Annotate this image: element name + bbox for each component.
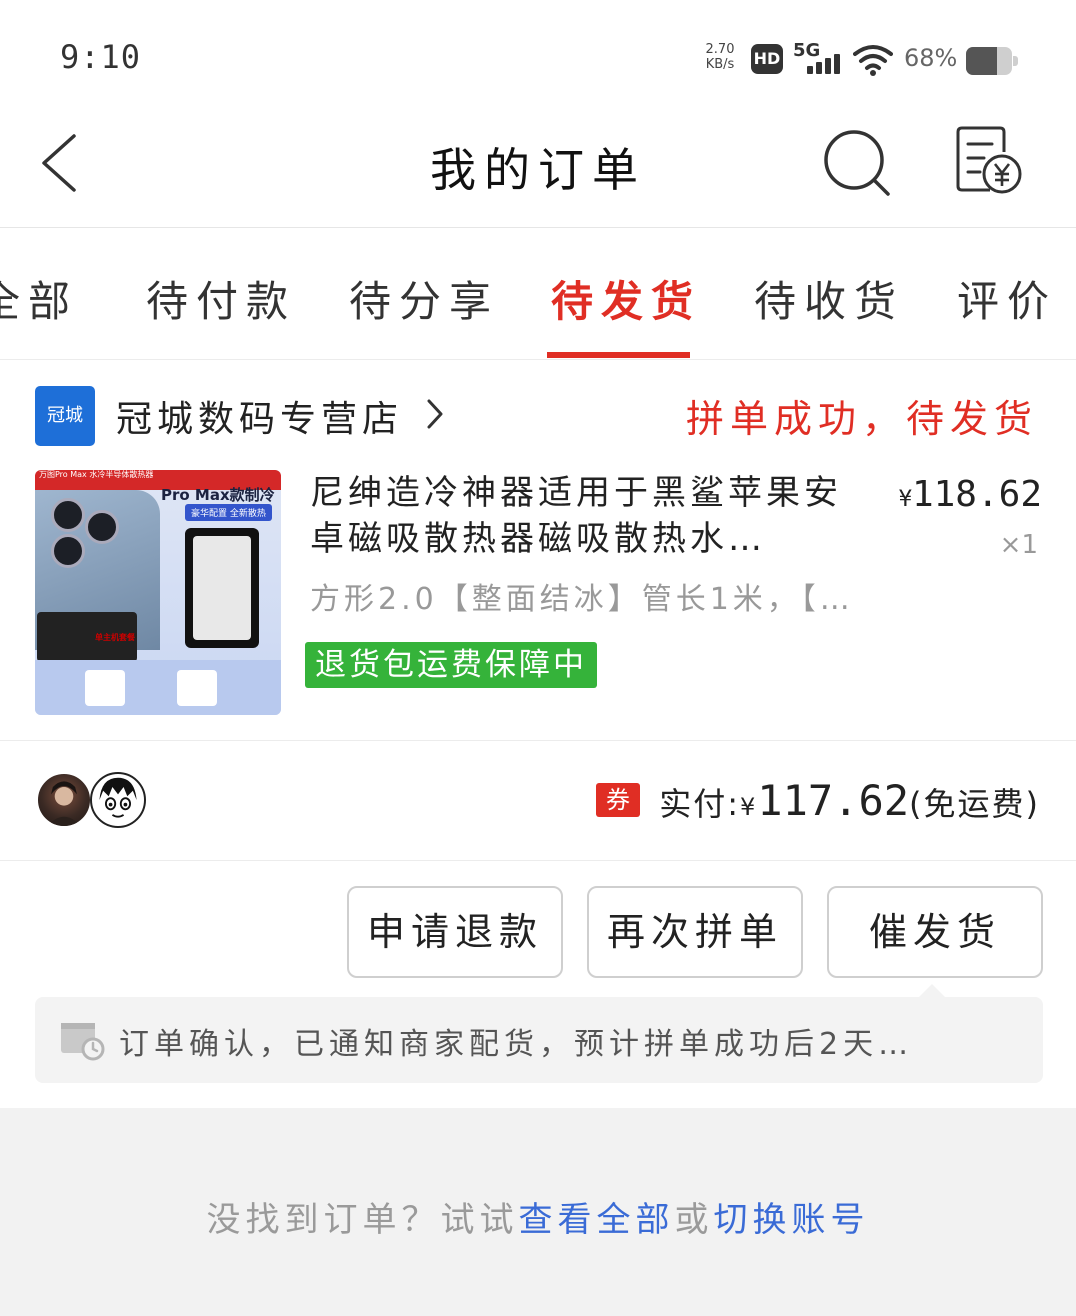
paid-total: 实付:¥117.62(免运费)	[659, 776, 1040, 825]
paid-note: (免运费)	[909, 785, 1040, 823]
tab-review[interactable]: 评价	[957, 268, 1057, 329]
product-title[interactable]: 尼绅造冷神器适用于黑鲨苹果安卓磁吸散热器磁吸散热水…	[310, 470, 870, 562]
return-shipping-guarantee-badge[interactable]: 退货包运费保障中	[305, 642, 597, 688]
product-image[interactable]: 万图Pro Max 水冷半导体散热器 Pro Max款制冷 豪华配置 全新散热 …	[35, 470, 281, 715]
store-name[interactable]: 冠城数码专营店	[116, 390, 403, 442]
empty-state-footer: 没找到订单？试试查看全部或切换账号	[0, 1108, 1076, 1316]
paid-currency: ¥	[740, 793, 758, 821]
network-speed: 2.70 KB/s	[703, 42, 737, 72]
product-image-headline: Pro Max款制冷	[161, 486, 275, 504]
product-quantity: ×1	[999, 530, 1038, 560]
store-logo[interactable]: 冠城	[35, 386, 95, 446]
product-spec: 方形2.0【整面结冰】管长1米，【…	[310, 582, 854, 617]
urge-shipment-button[interactable]: 催发货	[827, 886, 1043, 978]
footer-hint: 没找到订单？试试查看全部或切换账号	[0, 1192, 1076, 1241]
product-price-value: 118.62	[911, 474, 1042, 515]
order-tabs: 全部 待付款 待分享 待发货 待收货 评价	[0, 228, 1076, 360]
order-status: 拼单成功，待发货	[685, 397, 1038, 441]
hd-icon: HD	[751, 44, 783, 74]
paid-label: 实付:	[659, 785, 741, 823]
avatar[interactable]	[90, 772, 146, 828]
product-price: ¥118.62	[899, 474, 1042, 515]
active-tab-indicator	[547, 352, 690, 358]
wifi-icon	[853, 45, 893, 76]
divider	[0, 740, 1076, 741]
notice-text: 订单确认，已通知商家配货，预计拼单成功后2天…	[119, 1027, 914, 1062]
switch-account-link[interactable]: 切换账号	[714, 1200, 870, 1240]
battery-percent: 68%	[904, 44, 958, 72]
avatar[interactable]	[36, 772, 92, 828]
product-price-symbol: ¥	[898, 487, 912, 512]
apply-refund-button[interactable]: 申请退款	[347, 886, 563, 978]
tab-pending-share[interactable]: 待分享	[349, 268, 499, 329]
footer-or: 或	[674, 1200, 714, 1240]
tab-all[interactable]: 全部	[0, 268, 78, 329]
logistics-notice[interactable]: 订单确认，已通知商家配货，预计拼单成功后2天…	[35, 997, 1043, 1083]
shipment-clock-icon	[61, 1023, 105, 1061]
page-title: 我的订单	[430, 143, 646, 197]
tab-pending-receipt[interactable]: 待收货	[754, 268, 904, 329]
cellular-signal-icon: 5G	[793, 40, 843, 76]
notice-pointer	[918, 984, 946, 998]
bill-yuan-icon[interactable]	[952, 124, 1024, 196]
view-all-link[interactable]: 查看全部	[519, 1200, 675, 1240]
network-speed-unit: KB/s	[705, 57, 735, 72]
tab-pending-payment[interactable]: 待付款	[146, 268, 296, 329]
footer-prefix: 没找到订单？试试	[206, 1200, 519, 1240]
tab-pending-shipment[interactable]: 待发货	[551, 268, 701, 329]
product-image-badge: 豪华配置 全新散热	[185, 504, 272, 521]
battery-icon	[966, 47, 1018, 75]
divider	[0, 860, 1076, 861]
back-arrow-icon[interactable]	[36, 128, 86, 198]
paid-amount: 117.62	[757, 776, 910, 825]
chevron-right-icon[interactable]	[424, 396, 446, 432]
network-type-label: 5G	[793, 40, 821, 61]
regroup-button[interactable]: 再次拼单	[587, 886, 803, 978]
coupon-badge: 券	[596, 783, 640, 817]
status-bar: 9:10 2.70 KB/s HD 5G 68%	[0, 0, 1076, 110]
product-image-caption: 单主机套餐	[95, 633, 135, 642]
header: 我的订单	[0, 110, 1076, 228]
network-speed-value: 2.70	[705, 42, 735, 57]
search-icon[interactable]	[820, 126, 894, 200]
status-time: 9:10	[60, 38, 142, 76]
